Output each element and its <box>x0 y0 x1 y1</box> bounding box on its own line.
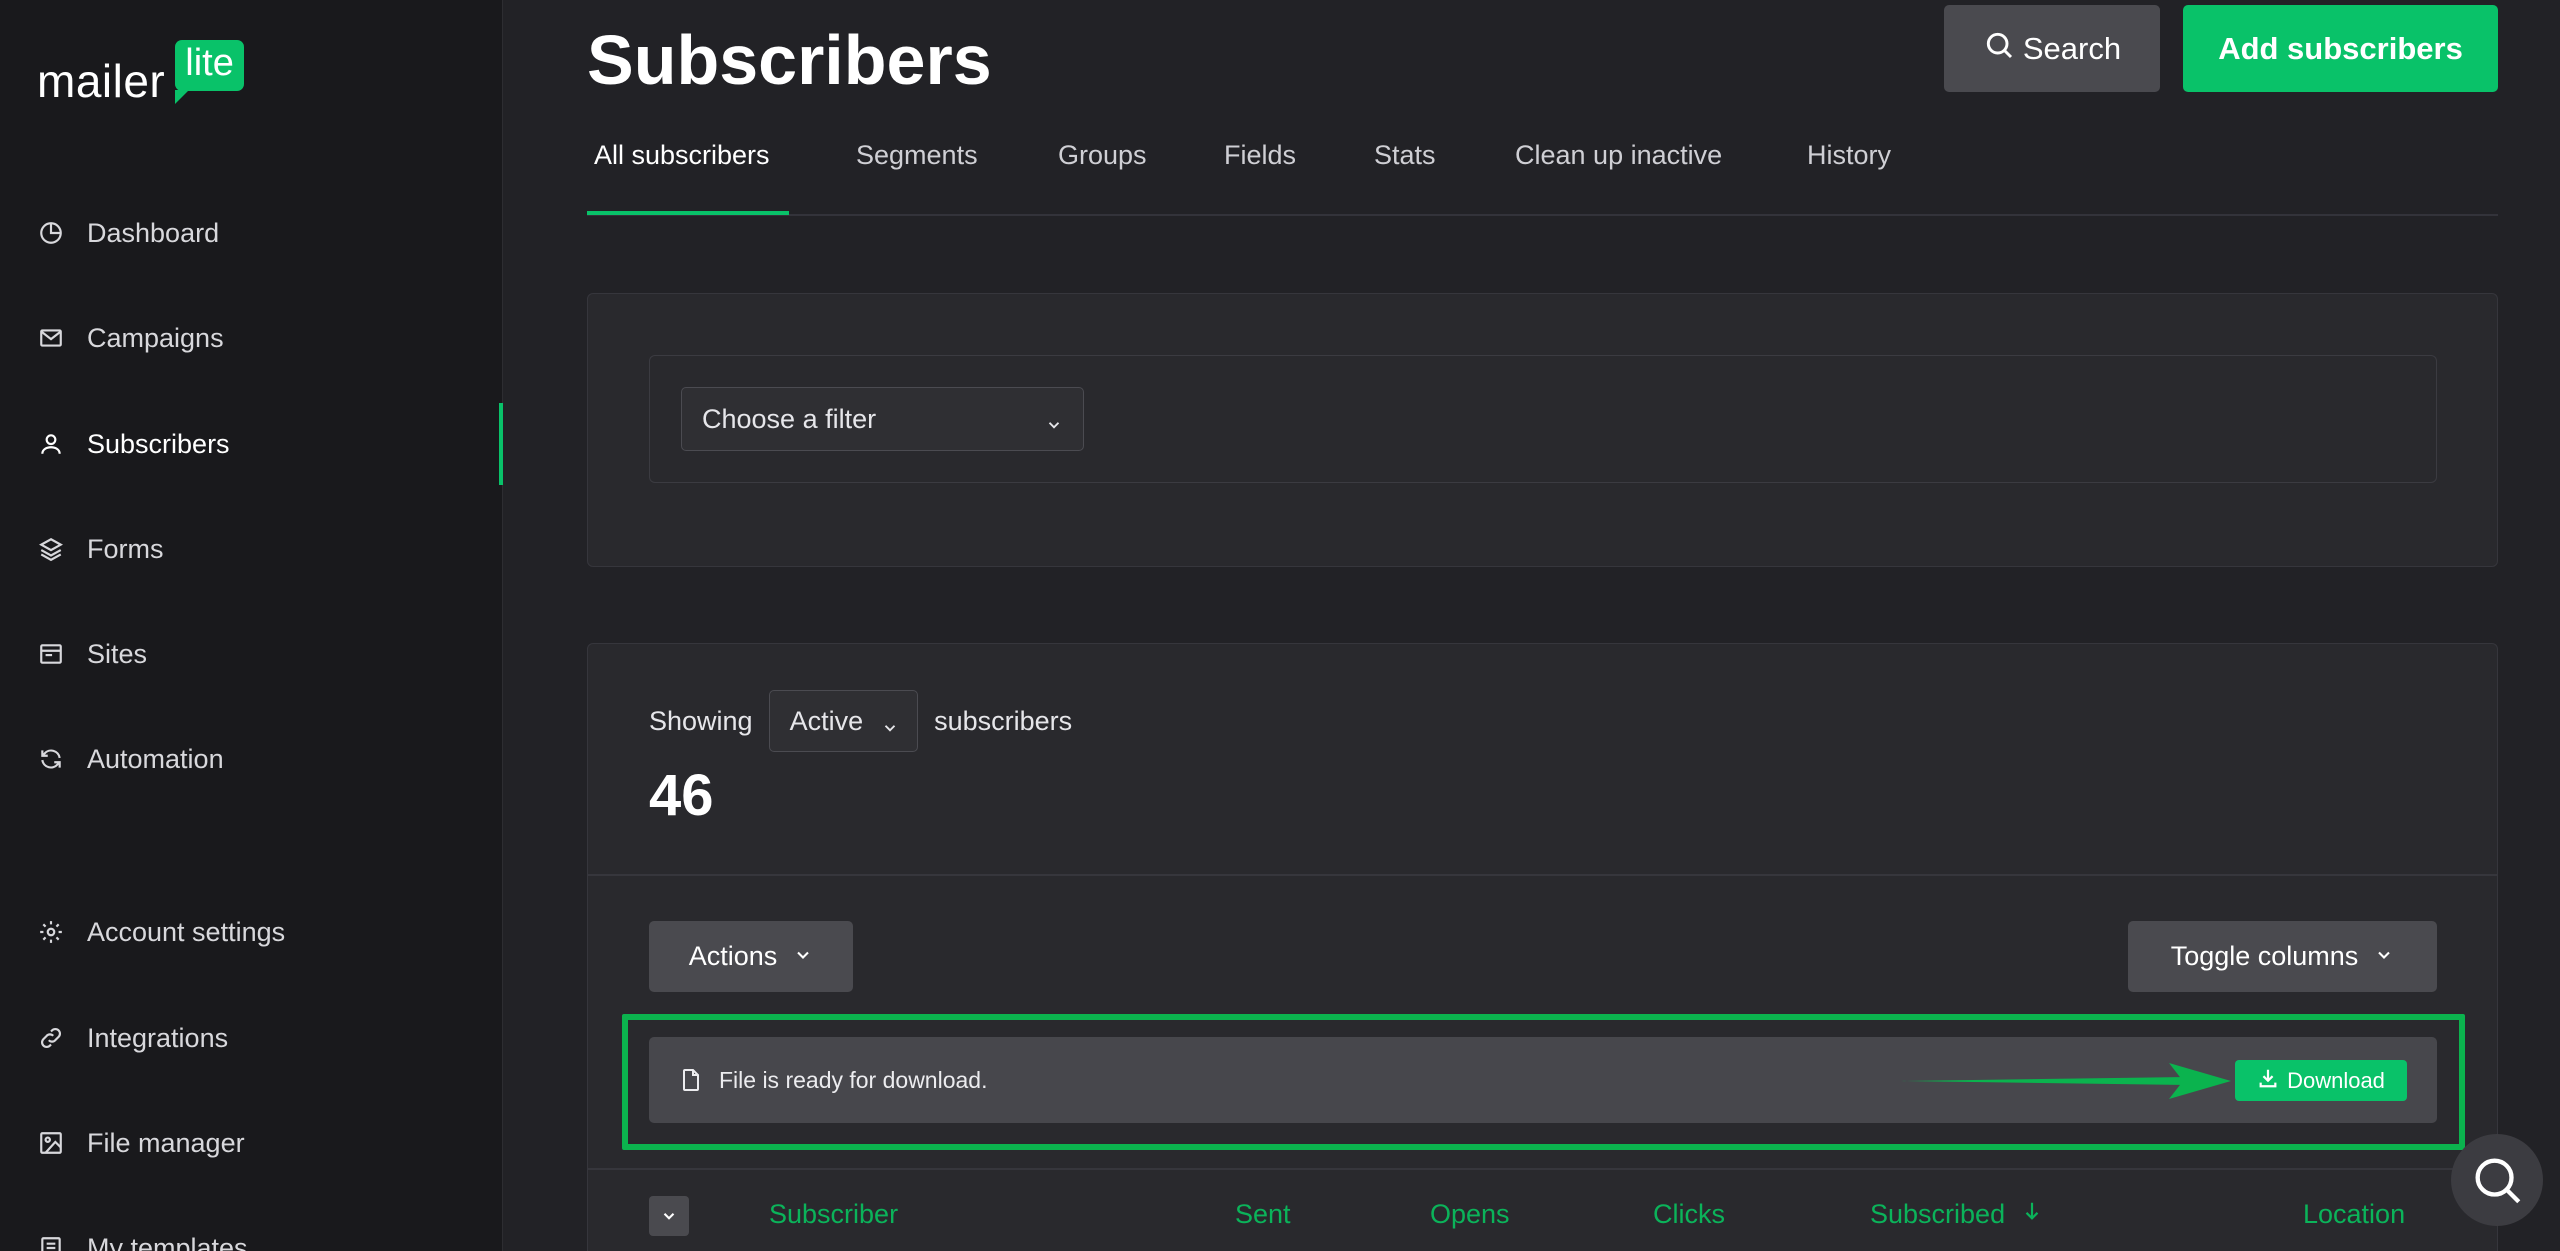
column-header-subscribed[interactable]: Subscribed <box>1870 1199 2043 1230</box>
filter-select[interactable]: Choose a filter <box>681 387 1084 451</box>
sidebar-item-label: Sites <box>87 638 148 669</box>
divider <box>588 874 2497 876</box>
sidebar-item-automation[interactable]: Automation <box>0 729 503 789</box>
sidebar-item-integrations[interactable]: Integrations <box>0 1008 503 1068</box>
sidebar-item-label: File manager <box>87 1127 245 1158</box>
column-header-subscribed-label: Subscribed <box>1870 1199 2006 1229</box>
user-icon <box>37 430 65 458</box>
download-message: File is ready for download. <box>719 1067 988 1093</box>
app-root: mailer lite Dashboard Campaigns Subscrib… <box>0 0 2560 1251</box>
help-search-bubble[interactable] <box>2451 1134 2543 1226</box>
browser-icon <box>37 640 65 668</box>
tab-history[interactable]: History <box>1807 140 1891 216</box>
chevron-down-icon <box>1045 410 1063 441</box>
chevron-down-icon <box>881 713 899 744</box>
sidebar-item-campaigns[interactable]: Campaigns <box>0 308 503 368</box>
template-icon <box>37 1234 65 1251</box>
sidebar-item-label: Integrations <box>87 1022 229 1053</box>
column-header-location[interactable]: Location <box>2303 1199 2405 1230</box>
subscriber-list-panel: Showing Active subscribers 46 Actions To… <box>587 643 2498 1251</box>
download-button-label: Download <box>2287 1067 2385 1093</box>
logo-badge: lite <box>175 40 244 104</box>
status-select-label: Active <box>789 705 864 736</box>
sidebar-item-my-templates[interactable]: My templates <box>0 1218 503 1251</box>
arrow-annotation-icon <box>1901 1063 2231 1104</box>
sidebar-item-label: Account settings <box>87 916 286 947</box>
column-header-opens[interactable]: Opens <box>1430 1199 1510 1230</box>
status-select[interactable]: Active <box>768 690 919 752</box>
filter-container: Choose a filter <box>649 355 2437 483</box>
showing-suffix: subscribers <box>934 705 1073 736</box>
subscriber-count: 46 <box>649 763 714 828</box>
subscriber-tabs: All subscribers Segments Groups Fields S… <box>587 140 2498 216</box>
sidebar-item-label: My templates <box>87 1232 248 1251</box>
logo-word: mailer <box>37 55 166 107</box>
download-button[interactable]: Download <box>2235 1060 2407 1101</box>
select-all-dropdown[interactable] <box>649 1196 689 1236</box>
search-icon <box>1983 29 2015 69</box>
page-title: Subscribers <box>587 21 992 99</box>
column-header-sent[interactable]: Sent <box>1235 1199 1291 1230</box>
chevron-down-icon <box>663 1213 675 1220</box>
dashboard-icon <box>37 219 65 247</box>
column-header-subscriber[interactable]: Subscriber <box>769 1199 898 1230</box>
showing-summary: Showing Active subscribers <box>649 690 1072 752</box>
chevron-down-icon <box>793 941 813 972</box>
search-button[interactable]: Search <box>1944 5 2160 92</box>
table-header-divider <box>588 1168 2497 1170</box>
column-header-clicks[interactable]: Clicks <box>1653 1199 1725 1230</box>
tab-segments[interactable]: Segments <box>856 140 978 216</box>
download-icon <box>2257 1067 2279 1095</box>
tab-fields[interactable]: Fields <box>1224 140 1296 216</box>
link-icon <box>37 1024 65 1052</box>
sidebar-item-forms[interactable]: Forms <box>0 519 503 579</box>
sidebar-active-indicator <box>499 403 503 485</box>
chevron-down-icon <box>2374 941 2394 972</box>
download-notice: File is ready for download. Download <box>649 1037 2437 1123</box>
sidebar-item-account-settings[interactable]: Account settings <box>0 902 503 962</box>
tab-stats[interactable]: Stats <box>1374 140 1436 216</box>
showing-prefix: Showing <box>649 705 753 736</box>
tab-clean-up-inactive[interactable]: Clean up inactive <box>1515 140 1722 216</box>
active-tab-indicator <box>587 211 789 215</box>
layers-icon <box>37 535 65 563</box>
filter-panel: Choose a filter <box>587 293 2498 567</box>
envelope-icon <box>37 324 65 352</box>
tab-groups[interactable]: Groups <box>1058 140 1147 216</box>
actions-button[interactable]: Actions <box>649 921 853 992</box>
tab-all-subscribers[interactable]: All subscribers <box>594 140 770 216</box>
sort-descending-icon <box>2021 1199 2043 1230</box>
sidebar-item-label: Campaigns <box>87 322 224 353</box>
file-icon <box>679 1067 703 1098</box>
search-icon <box>2475 1158 2521 1204</box>
sidebar-item-sites[interactable]: Sites <box>0 624 503 684</box>
sidebar-item-subscribers[interactable]: Subscribers <box>0 414 503 474</box>
toggle-columns-label: Toggle columns <box>2170 941 2359 971</box>
sidebar: mailer lite Dashboard Campaigns Subscrib… <box>0 0 503 1251</box>
sidebar-item-file-manager[interactable]: File manager <box>0 1113 503 1173</box>
toggle-columns-button[interactable]: Toggle columns <box>2128 921 2437 992</box>
refresh-icon <box>37 745 65 773</box>
sidebar-item-label: Subscribers <box>87 428 230 459</box>
filter-select-label: Choose a filter <box>702 403 877 434</box>
sidebar-item-label: Dashboard <box>87 217 220 248</box>
actions-label: Actions <box>688 941 778 971</box>
gear-icon <box>37 918 65 946</box>
search-button-label: Search <box>2022 30 2122 66</box>
sidebar-item-dashboard[interactable]: Dashboard <box>0 203 503 263</box>
sidebar-item-label: Automation <box>87 743 224 774</box>
sidebar-item-label: Forms <box>87 533 164 564</box>
image-icon <box>37 1129 65 1157</box>
add-subscribers-button[interactable]: Add subscribers <box>2183 5 2498 92</box>
mailerlite-logo[interactable]: mailer lite <box>37 40 244 104</box>
